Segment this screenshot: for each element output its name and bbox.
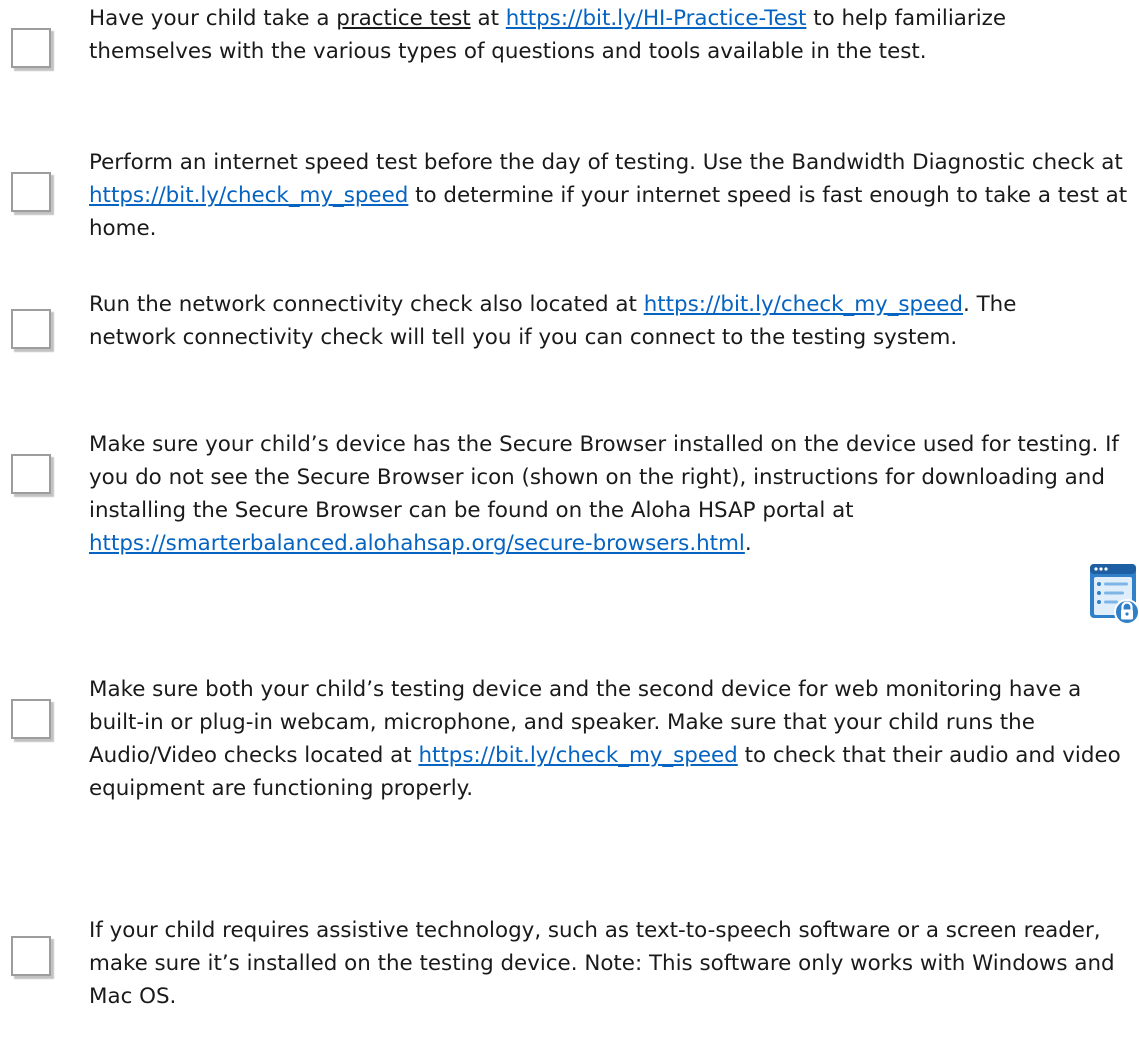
checkbox-icon[interactable] <box>11 454 51 494</box>
check-speed-link[interactable]: https://bit.ly/check_my_speed <box>89 183 408 208</box>
checklist-item-text: Perform an internet speed test before th… <box>89 146 1129 245</box>
text-segment: Perform an internet speed test before th… <box>89 150 1123 175</box>
checkbox-icon[interactable] <box>11 309 51 349</box>
secure-browser-icon <box>1090 564 1139 625</box>
checkbox-icon[interactable] <box>11 172 51 212</box>
checklist-item-text: Make sure your child’s device has the Se… <box>89 428 1134 560</box>
checklist-item-text: Have your child take a practice test at … <box>89 2 1119 68</box>
text-segment: If your child requires assistive technol… <box>89 918 1115 1009</box>
text-segment: at <box>470 6 506 31</box>
text-segment: Have your child take a <box>89 6 337 31</box>
checklist-item-text: If your child requires assistive technol… <box>89 914 1129 1013</box>
secure-browsers-link[interactable]: https://smarterbalanced.alohahsap.org/se… <box>89 531 745 556</box>
checkbox-icon[interactable] <box>11 936 51 976</box>
checkbox-icon[interactable] <box>11 699 51 739</box>
text-segment: Run the network connectivity check also … <box>89 292 644 317</box>
checklist-item-text: Run the network connectivity check also … <box>89 288 1109 354</box>
checklist-item-text: Make sure both your child’s testing devi… <box>89 673 1129 805</box>
practice-test-link[interactable]: https://bit.ly/HI-Practice-Test <box>506 6 807 31</box>
text-segment: Make sure your child’s device has the Se… <box>89 432 1119 523</box>
check-speed-link[interactable]: https://bit.ly/check_my_speed <box>418 743 737 768</box>
check-speed-link[interactable]: https://bit.ly/check_my_speed <box>644 292 963 317</box>
text-segment: . <box>744 531 752 556</box>
checkbox-icon[interactable] <box>11 28 51 68</box>
practice-test-term: practice test <box>336 6 471 31</box>
checklist-page: Have your child take a practice test at … <box>0 0 1139 1050</box>
